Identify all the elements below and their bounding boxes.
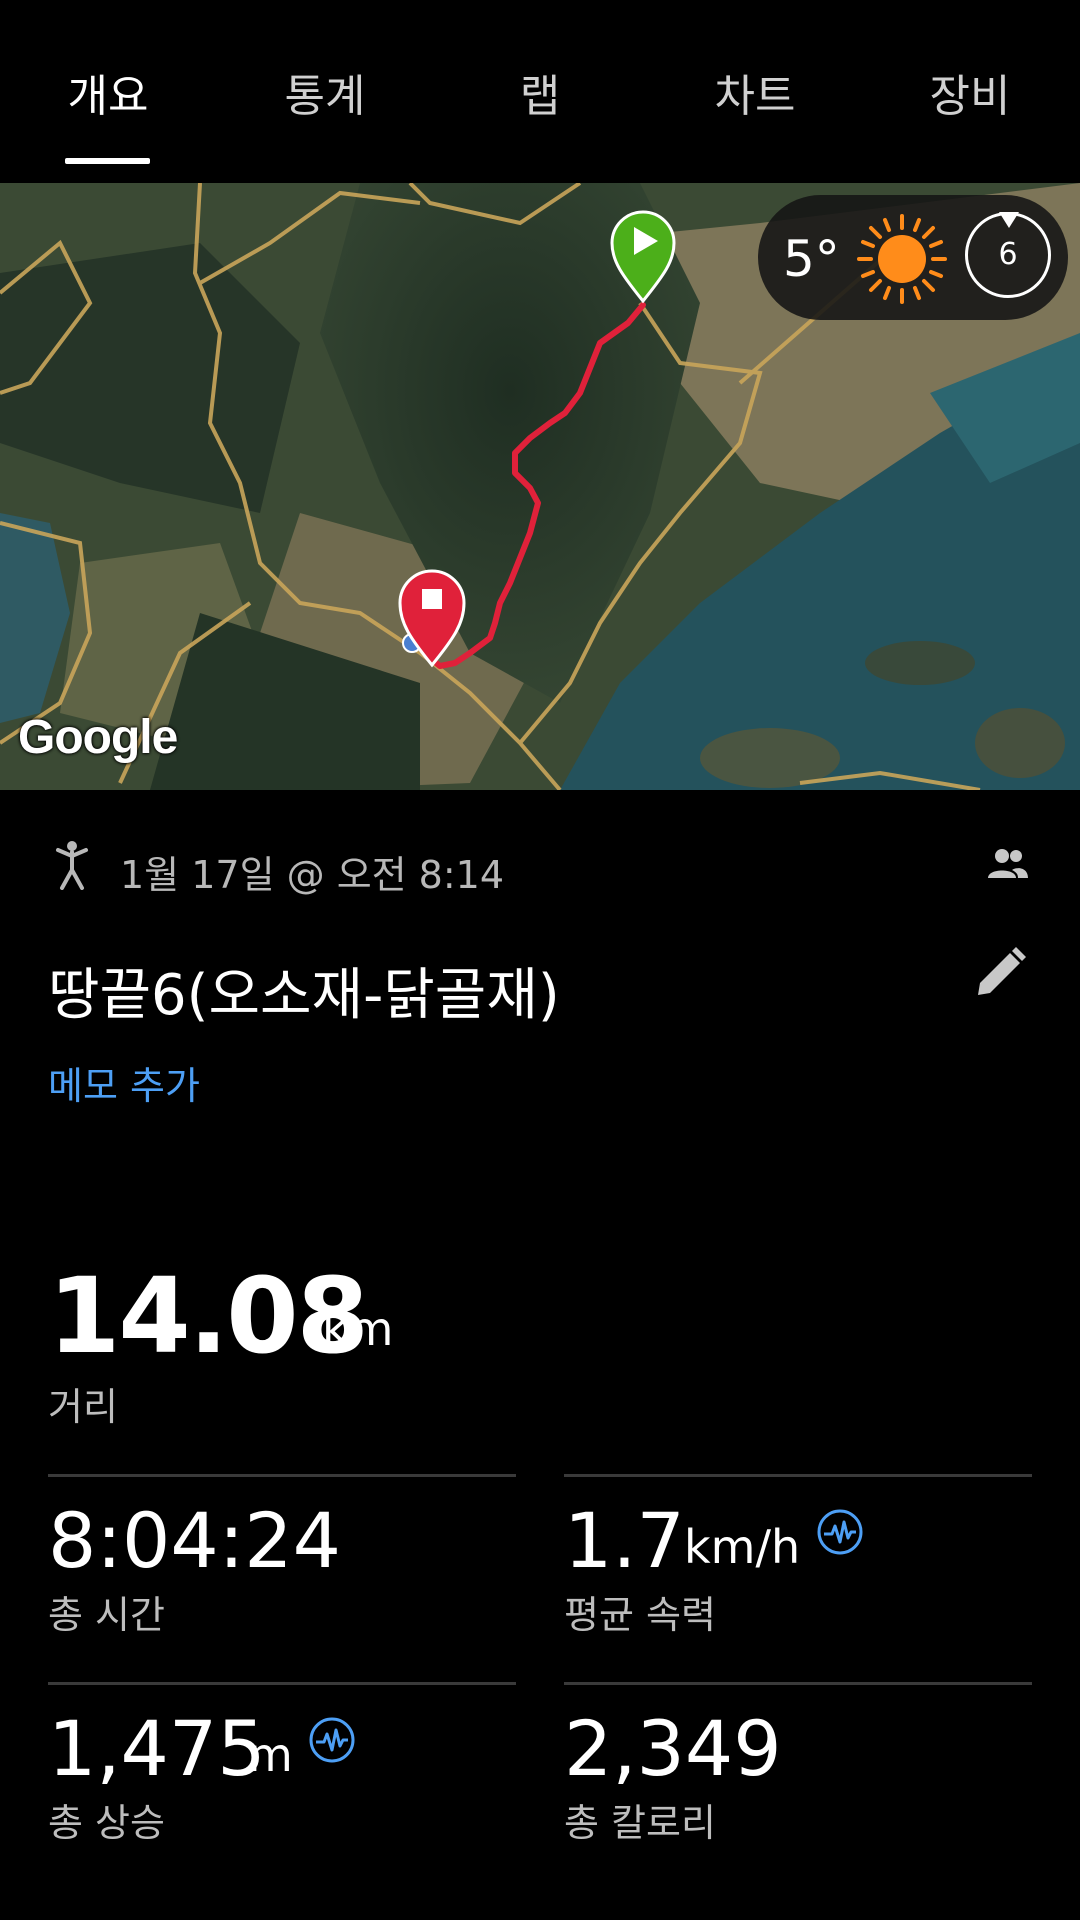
uv-indicator-notch: [999, 212, 1019, 228]
distance-unit: km: [322, 1302, 394, 1356]
total-calories-label: 총 칼로리: [564, 1801, 716, 1845]
divider: [564, 1474, 1032, 1477]
avg-speed-value: 1.7: [564, 1496, 685, 1585]
total-ascent-label: 총 상승: [48, 1801, 165, 1845]
tab-laps[interactable]: 랩: [450, 60, 630, 124]
total-ascent-value: 1,475: [48, 1704, 266, 1793]
tab-stats[interactable]: 통계: [235, 60, 415, 124]
total-time-value: 8:04:24: [48, 1496, 341, 1585]
total-calories-value: 2,349: [564, 1704, 782, 1793]
activity-meta-row: 1월 17일 @ 오전 8:14: [0, 830, 1080, 900]
tab-gear[interactable]: 장비: [880, 60, 1060, 124]
distance-value: 14.08: [48, 1255, 369, 1377]
sun-icon: [857, 214, 947, 304]
avg-speed-label: 평균 속력: [564, 1593, 716, 1637]
divider: [48, 1474, 516, 1477]
active-tab-indicator: [65, 158, 150, 164]
total-time-label: 총 시간: [48, 1593, 165, 1637]
divider: [48, 1682, 516, 1685]
activity-title: 땅끝6(오소재-닭골재): [48, 963, 560, 1028]
people-icon[interactable]: [988, 846, 1028, 882]
stop-icon: [422, 589, 442, 609]
distance-label: 거리: [48, 1385, 118, 1429]
pencil-icon[interactable]: [972, 945, 1028, 1001]
google-logo: Google: [18, 711, 178, 764]
weather-temperature: 5°: [783, 230, 840, 288]
divider: [564, 1682, 1032, 1685]
heart-rate-icon[interactable]: [816, 1508, 864, 1556]
add-memo-link[interactable]: 메모 추가: [48, 1055, 200, 1110]
total-ascent-unit: m: [248, 1728, 293, 1782]
tab-charts[interactable]: 차트: [665, 60, 845, 124]
avg-speed-unit: km/h: [684, 1520, 801, 1574]
walking-icon: [56, 841, 88, 890]
activity-date: 1월 17일 @ 오전 8:14: [120, 853, 505, 897]
heart-rate-icon[interactable]: [308, 1716, 356, 1764]
tab-overview[interactable]: 개요: [18, 60, 198, 124]
tab-bar: 개요 통계 랩 차트 장비: [0, 0, 1080, 183]
